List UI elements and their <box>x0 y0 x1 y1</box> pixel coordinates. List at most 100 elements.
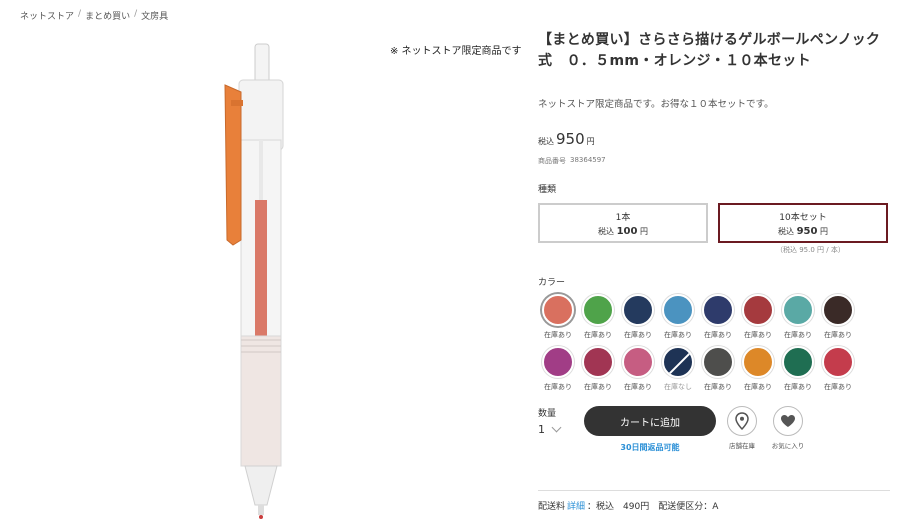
purchase-row: 数量 1 カートに追加 30日間返品可能 店舗在庫 お気に入り <box>538 406 890 453</box>
favorite-label: お気に入り <box>771 442 805 450</box>
stock-status: 在庫あり <box>584 383 612 391</box>
heart-icon <box>781 415 795 427</box>
quantity-dropdown[interactable]: 1 <box>538 422 584 436</box>
stock-status: 在庫あり <box>744 331 772 339</box>
add-to-cart-button[interactable]: カートに追加 <box>584 406 716 436</box>
product-sku: 商品番号 38364597 <box>538 156 890 166</box>
stock-status: 在庫あり <box>704 331 732 339</box>
color-swatch-item: 在庫なし <box>658 346 698 392</box>
color-swatch-item: 在庫あり <box>818 346 858 392</box>
stock-status: 在庫あり <box>824 383 852 391</box>
color-swatch-item: 在庫あり <box>698 346 738 392</box>
color-swatch-item: 在庫あり <box>578 346 618 392</box>
color-swatch[interactable] <box>822 346 854 378</box>
color-swatch[interactable] <box>782 346 814 378</box>
color-swatch-item: 在庫あり <box>578 294 618 340</box>
shipping-info: 配送料 詳細 ：税込 490円 配送便区分：A <box>538 499 718 512</box>
variant-name: 1本 <box>615 212 631 223</box>
color-swatch-item: 在庫あり <box>618 346 658 392</box>
color-swatch[interactable] <box>742 346 774 378</box>
stock-status: 在庫あり <box>664 331 692 339</box>
stock-status: 在庫あり <box>824 331 852 339</box>
color-swatch[interactable] <box>542 294 574 326</box>
color-swatch[interactable] <box>622 346 654 378</box>
quantity-value: 1 <box>538 423 545 436</box>
stock-status: 在庫あり <box>624 383 652 391</box>
product-title: 【まとめ買い】さらさら描けるゲルボールペンノック式 ０．５mm・オレンジ・１０本… <box>538 32 881 69</box>
price-tax-label: 税込 <box>538 137 554 146</box>
color-swatch[interactable] <box>582 346 614 378</box>
stock-status: 在庫あり <box>544 383 572 391</box>
shipping-label: 配送料 <box>538 502 566 512</box>
breadcrumb-item-bulk[interactable]: まとめ買い <box>85 9 130 22</box>
netstore-only-notice: ※ ネットストア限定商品です <box>390 46 522 57</box>
map-pin-icon <box>735 412 749 430</box>
color-swatch[interactable] <box>822 294 854 326</box>
color-swatch[interactable] <box>742 294 774 326</box>
variant-section-label: 種類 <box>538 185 557 195</box>
divider <box>538 490 890 491</box>
color-swatch[interactable] <box>662 346 694 378</box>
stock-status: 在庫あり <box>624 331 652 339</box>
color-swatch-item: 在庫あり <box>538 294 578 340</box>
quantity-label: 数量 <box>538 409 557 419</box>
color-swatch-item: 在庫あり <box>618 294 658 340</box>
stock-status: 在庫なし <box>664 383 692 391</box>
variant-price: 税込 100 円 <box>598 225 648 237</box>
quantity-selector: 数量 1 <box>538 406 584 436</box>
stock-status: 在庫あり <box>584 331 612 339</box>
product-info: 【まとめ買い】さらさら描けるゲルボールペンノック式 ０．５mm・オレンジ・１０本… <box>538 30 890 453</box>
cart-column: カートに追加 30日間返品可能 <box>584 406 716 453</box>
color-swatch[interactable] <box>702 294 734 326</box>
price-yen: 円 <box>586 137 595 146</box>
shipping-text: ：税込 490円 配送便区分：A <box>587 502 719 512</box>
variant-options: 1本 税込 100 円 10本セット 税込 950 円 <box>538 203 890 243</box>
color-swatch[interactable] <box>582 294 614 326</box>
unit-price: （税込 95.0 円 / 本） <box>776 246 845 254</box>
color-swatches: 在庫あり 在庫あり 在庫あり 在庫あり 在庫あり 在庫あり 在庫あり 在庫あり 在庫あり 在庫あり… <box>538 294 890 392</box>
chevron-down-icon <box>551 422 562 433</box>
color-section-label: カラー <box>538 278 566 288</box>
sku-label: 商品番号 <box>538 157 566 165</box>
favorite-button[interactable] <box>773 406 803 436</box>
breadcrumb: ネットストア / まとめ買い / 文房具 <box>20 9 168 22</box>
product-image <box>215 40 285 520</box>
color-swatch-item: 在庫あり <box>738 346 778 392</box>
returns-link[interactable]: 30日間返品可能 <box>620 442 679 453</box>
color-swatch-item: 在庫あり <box>658 294 698 340</box>
color-swatch-item: 在庫あり <box>738 294 778 340</box>
color-swatch-item: 在庫あり <box>778 346 818 392</box>
shipping-detail-link[interactable]: 詳細 <box>567 499 585 512</box>
variant-name: 10本セット <box>779 212 827 223</box>
favorite: お気に入り <box>768 406 808 450</box>
variant-option-10-set[interactable]: 10本セット 税込 950 円 <box>718 203 888 243</box>
stock-status: 在庫あり <box>784 331 812 339</box>
color-swatch[interactable] <box>662 294 694 326</box>
breadcrumb-item-netstore[interactable]: ネットストア <box>20 9 74 22</box>
breadcrumb-item-stationery[interactable]: 文房具 <box>141 9 168 22</box>
store-stock-label: 店舗在庫 <box>729 442 755 450</box>
sku-value: 38364597 <box>570 156 606 164</box>
product-description: ネットストア限定商品です。お得な１０本セットです。 <box>538 99 774 110</box>
breadcrumb-separator: / <box>134 9 138 19</box>
color-swatch[interactable] <box>782 294 814 326</box>
variant-option-single[interactable]: 1本 税込 100 円 <box>538 203 708 243</box>
breadcrumb-separator: / <box>78 9 82 19</box>
store-stock: 店舗在庫 <box>722 406 762 450</box>
variant-price: 税込 950 円 <box>778 225 828 237</box>
stock-status: 在庫あり <box>704 383 732 391</box>
stock-status: 在庫あり <box>784 383 812 391</box>
out-of-stock-slash <box>665 348 692 376</box>
color-swatch-item: 在庫あり <box>698 294 738 340</box>
color-swatch[interactable] <box>542 346 574 378</box>
color-swatch-item: 在庫あり <box>538 346 578 392</box>
product-price: 税込 950 円 <box>538 130 890 148</box>
color-swatch[interactable] <box>702 346 734 378</box>
color-swatch-item: 在庫あり <box>778 294 818 340</box>
color-swatch-item: 在庫あり <box>818 294 858 340</box>
stock-status: 在庫あり <box>544 331 572 339</box>
price-amount: 950 <box>556 130 585 148</box>
color-swatch[interactable] <box>622 294 654 326</box>
store-stock-button[interactable] <box>727 406 757 436</box>
stock-status: 在庫あり <box>744 383 772 391</box>
